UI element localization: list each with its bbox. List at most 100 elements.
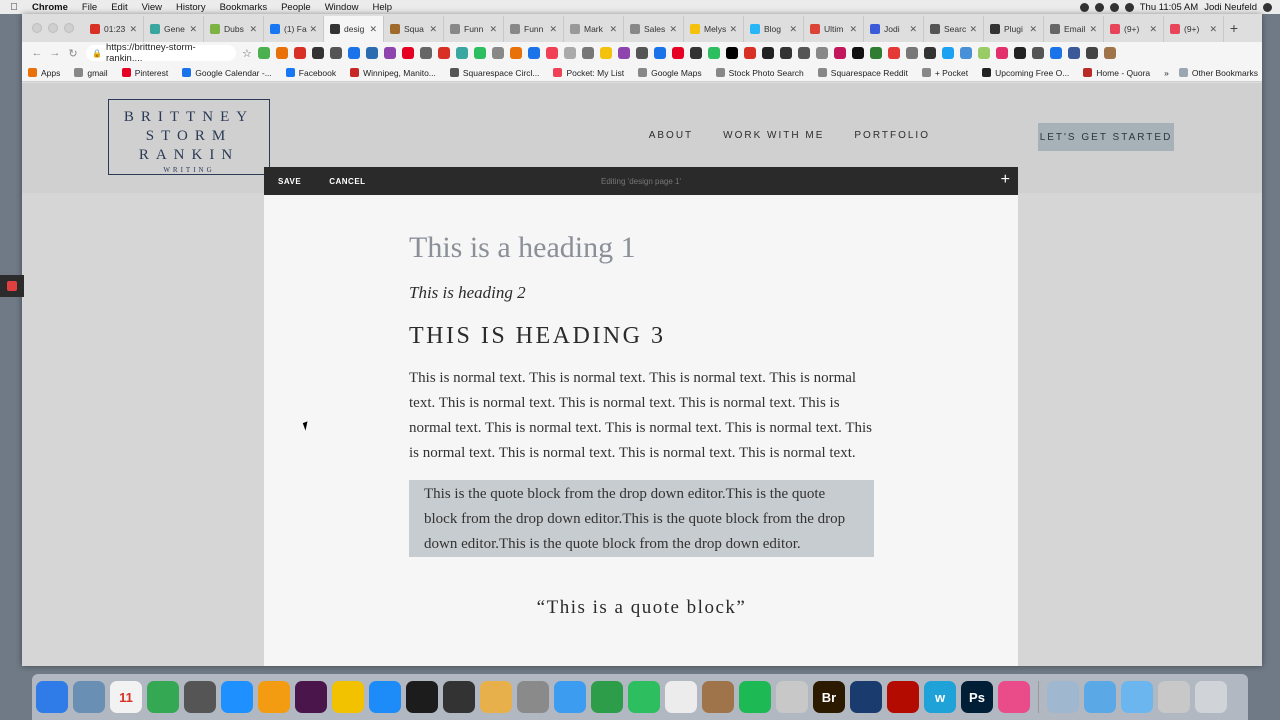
close-window-button[interactable] bbox=[32, 23, 42, 33]
bookmark-item[interactable]: + Pocket bbox=[921, 68, 968, 78]
extension-icon[interactable] bbox=[1085, 47, 1098, 59]
bookmark-item[interactable]: Stock Photo Search bbox=[715, 68, 804, 78]
menu-view[interactable]: View bbox=[135, 2, 169, 13]
dock-acrobat-icon[interactable] bbox=[887, 681, 919, 713]
extension-icon[interactable] bbox=[293, 47, 306, 59]
tab-close-icon[interactable]: ✕ bbox=[669, 24, 677, 35]
browser-tab[interactable]: (9+) ✕ bbox=[1104, 16, 1164, 42]
extension-icon[interactable] bbox=[779, 47, 792, 59]
dock-applications-folder-icon[interactable] bbox=[1084, 681, 1116, 713]
tab-close-icon[interactable]: ✕ bbox=[609, 24, 617, 35]
menu-edit[interactable]: Edit bbox=[104, 2, 134, 13]
tab-close-icon[interactable]: ✕ bbox=[729, 24, 737, 35]
browser-tab[interactable]: Melys ✕ bbox=[684, 16, 744, 42]
clock[interactable]: Thu 11:05 AM bbox=[1140, 2, 1198, 13]
extension-icon[interactable] bbox=[527, 47, 540, 59]
status-icon[interactable] bbox=[1079, 2, 1089, 12]
other-bookmarks[interactable]: Other Bookmarks bbox=[1178, 68, 1258, 78]
menu-window[interactable]: Window bbox=[318, 2, 366, 13]
extension-icon[interactable] bbox=[1067, 47, 1080, 59]
browser-tab[interactable]: Dubs ✕ bbox=[204, 16, 264, 42]
nav-portfolio[interactable]: PORTFOLIO bbox=[854, 130, 930, 141]
dock-spotify-icon[interactable] bbox=[739, 681, 771, 713]
save-button[interactable]: SAVE bbox=[278, 177, 301, 186]
tab-close-icon[interactable]: ✕ bbox=[1149, 24, 1157, 35]
extension-icon[interactable] bbox=[563, 47, 576, 59]
dock-itunes-icon[interactable] bbox=[998, 681, 1030, 713]
extension-icon[interactable] bbox=[797, 47, 810, 59]
extension-icon[interactable] bbox=[1103, 47, 1116, 59]
dock-photoshop-icon[interactable]: Ps bbox=[961, 681, 993, 713]
zoom-window-button[interactable] bbox=[64, 23, 74, 33]
extension-icon[interactable] bbox=[707, 47, 720, 59]
dock-textedit-icon[interactable] bbox=[665, 681, 697, 713]
bookmark-item[interactable]: Squarespace Reddit bbox=[817, 68, 908, 78]
dock-app-yellow-icon[interactable] bbox=[332, 681, 364, 713]
bookmark-item[interactable]: gmail bbox=[74, 68, 108, 78]
extension-icon[interactable] bbox=[671, 47, 684, 59]
dock-app-store-icon[interactable] bbox=[369, 681, 401, 713]
extension-icon[interactable] bbox=[833, 47, 846, 59]
dock-unknown-app-icon[interactable] bbox=[776, 681, 808, 713]
extension-icon[interactable] bbox=[1013, 47, 1026, 59]
pull-quote[interactable]: “This is a quote block” bbox=[409, 597, 874, 619]
extension-icon[interactable] bbox=[365, 47, 378, 59]
dock-kite-icon[interactable] bbox=[591, 681, 623, 713]
dock-preview-icon[interactable] bbox=[73, 681, 105, 713]
browser-tab[interactable]: Plugi ✕ bbox=[984, 16, 1044, 42]
browser-tab[interactable]: Email ✕ bbox=[1044, 16, 1104, 42]
tab-close-icon[interactable]: ✕ bbox=[1089, 24, 1097, 35]
dock-slack-icon[interactable] bbox=[295, 681, 327, 713]
dock-trash-icon[interactable] bbox=[1195, 681, 1227, 713]
dock-bridge-icon[interactable]: Br bbox=[813, 681, 845, 713]
browser-tab[interactable]: (1) Fa ✕ bbox=[264, 16, 324, 42]
menu-bookmarks[interactable]: Bookmarks bbox=[213, 2, 275, 13]
bookmark-item[interactable]: Squarespace Circl... bbox=[449, 68, 539, 78]
extension-icon[interactable] bbox=[311, 47, 324, 59]
tab-close-icon[interactable]: ✕ bbox=[189, 24, 197, 35]
bookmark-item[interactable]: Apps bbox=[28, 68, 60, 78]
browser-tab[interactable]: Mark ✕ bbox=[564, 16, 624, 42]
tab-close-icon[interactable]: ✕ bbox=[249, 24, 257, 35]
minimize-window-button[interactable] bbox=[48, 23, 58, 33]
tab-close-icon[interactable]: ✕ bbox=[549, 24, 557, 35]
dock-safari-icon[interactable] bbox=[221, 681, 253, 713]
add-block-icon[interactable]: + bbox=[1001, 171, 1010, 189]
extension-icon[interactable] bbox=[599, 47, 612, 59]
extension-icon[interactable] bbox=[743, 47, 756, 59]
extension-icon[interactable] bbox=[491, 47, 504, 59]
browser-tab[interactable]: Funn ✕ bbox=[504, 16, 564, 42]
bookmark-item[interactable]: Pinterest bbox=[121, 68, 168, 78]
battery-icon[interactable] bbox=[1124, 2, 1134, 12]
extension-icon[interactable] bbox=[815, 47, 828, 59]
extension-icon[interactable] bbox=[509, 47, 522, 59]
extension-icon[interactable] bbox=[275, 47, 288, 59]
spotlight-icon[interactable] bbox=[1263, 2, 1272, 12]
heading-3[interactable]: THIS IS HEADING 3 bbox=[409, 323, 874, 350]
reload-icon[interactable]: ↻ bbox=[64, 47, 82, 60]
dock-finder-icon[interactable] bbox=[36, 681, 68, 713]
menu-history[interactable]: History bbox=[169, 2, 213, 13]
browser-tab[interactable]: Sales ✕ bbox=[624, 16, 684, 42]
dock-notebook-icon[interactable] bbox=[702, 681, 734, 713]
extension-icon[interactable] bbox=[545, 47, 558, 59]
extension-icon[interactable] bbox=[851, 47, 864, 59]
dock-w-app-icon[interactable]: w bbox=[924, 681, 956, 713]
dock-printer-icon[interactable] bbox=[443, 681, 475, 713]
bookmark-item[interactable]: Pocket: My List bbox=[553, 68, 624, 78]
record-button[interactable] bbox=[0, 275, 24, 297]
browser-tab[interactable]: Searc ✕ bbox=[924, 16, 984, 42]
browser-tab[interactable]: Ultim ✕ bbox=[804, 16, 864, 42]
extension-icon[interactable] bbox=[1031, 47, 1044, 59]
dock-chrome-icon[interactable] bbox=[147, 681, 179, 713]
browser-tab[interactable]: Jodi ✕ bbox=[864, 16, 924, 42]
nav-work-with-me[interactable]: WORK WITH ME bbox=[723, 130, 824, 141]
dock-unknown-stack-icon[interactable] bbox=[1158, 681, 1190, 713]
back-icon[interactable]: ← bbox=[28, 47, 46, 59]
menu-help[interactable]: Help bbox=[365, 2, 399, 13]
wifi-icon[interactable] bbox=[1109, 2, 1119, 12]
menu-file[interactable]: File bbox=[75, 2, 104, 13]
bookmark-item[interactable]: Upcoming Free O... bbox=[982, 68, 1069, 78]
site-logo[interactable]: BRITTNEY STORM RANKIN WRITING bbox=[108, 99, 270, 175]
tab-close-icon[interactable]: ✕ bbox=[789, 24, 797, 35]
